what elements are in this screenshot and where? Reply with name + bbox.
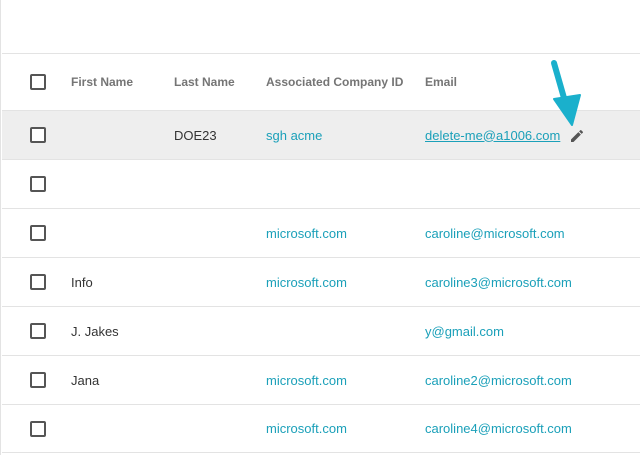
company-id-link[interactable]: sgh acme <box>266 111 322 159</box>
table-row[interactable]: J. Jakes y@gmail.com <box>2 306 640 355</box>
header-company-id[interactable]: Associated Company ID <box>266 54 403 110</box>
table-row[interactable] <box>2 159 640 208</box>
arrow-annotation-icon <box>551 60 581 126</box>
row-checkbox[interactable] <box>30 176 46 192</box>
row-select-cell <box>30 356 48 404</box>
table-row[interactable]: Info microsoft.com caroline3@microsoft.c… <box>2 257 640 306</box>
email-link[interactable]: caroline3@microsoft.com <box>425 258 572 306</box>
table-row[interactable]: Jana microsoft.com caroline2@microsoft.c… <box>2 355 640 404</box>
row-checkbox[interactable] <box>30 323 46 339</box>
row-select-cell <box>30 307 48 355</box>
first-name-cell: Info <box>71 274 93 290</box>
first-name-cell: J. Jakes <box>71 323 119 339</box>
row-checkbox[interactable] <box>30 274 46 290</box>
company-id-link[interactable]: microsoft.com <box>266 405 347 452</box>
select-all-cell <box>30 54 48 110</box>
select-all-checkbox[interactable] <box>30 74 46 90</box>
first-name-cell: Jana <box>71 372 100 388</box>
row-select-cell <box>30 405 48 452</box>
row-select-cell <box>30 111 48 159</box>
row-select-cell <box>30 160 48 208</box>
header-first-name[interactable]: First Name <box>71 54 133 110</box>
row-checkbox[interactable] <box>30 225 46 241</box>
row-select-cell <box>30 258 48 306</box>
company-id-link[interactable]: microsoft.com <box>266 258 347 306</box>
email-link[interactable]: y@gmail.com <box>425 307 504 355</box>
email-link[interactable]: caroline@microsoft.com <box>425 209 565 257</box>
header-email[interactable]: Email <box>425 54 457 110</box>
row-checkbox[interactable] <box>30 127 46 143</box>
last-name-cell: DOE23 <box>174 127 217 143</box>
row-checkbox[interactable] <box>30 372 46 388</box>
row-checkbox[interactable] <box>30 420 46 437</box>
table-row[interactable]: microsoft.com caroline@microsoft.com <box>2 208 640 257</box>
table-row[interactable]: microsoft.com caroline4@microsoft.com <box>2 404 640 453</box>
row-select-cell <box>30 209 48 257</box>
toolbar-area <box>2 0 640 53</box>
header-last-name[interactable]: Last Name <box>174 54 235 110</box>
email-link[interactable]: caroline4@microsoft.com <box>425 405 572 452</box>
company-id-link[interactable]: microsoft.com <box>266 209 347 257</box>
email-link[interactable]: caroline2@microsoft.com <box>425 356 572 404</box>
company-id-link[interactable]: microsoft.com <box>266 356 347 404</box>
